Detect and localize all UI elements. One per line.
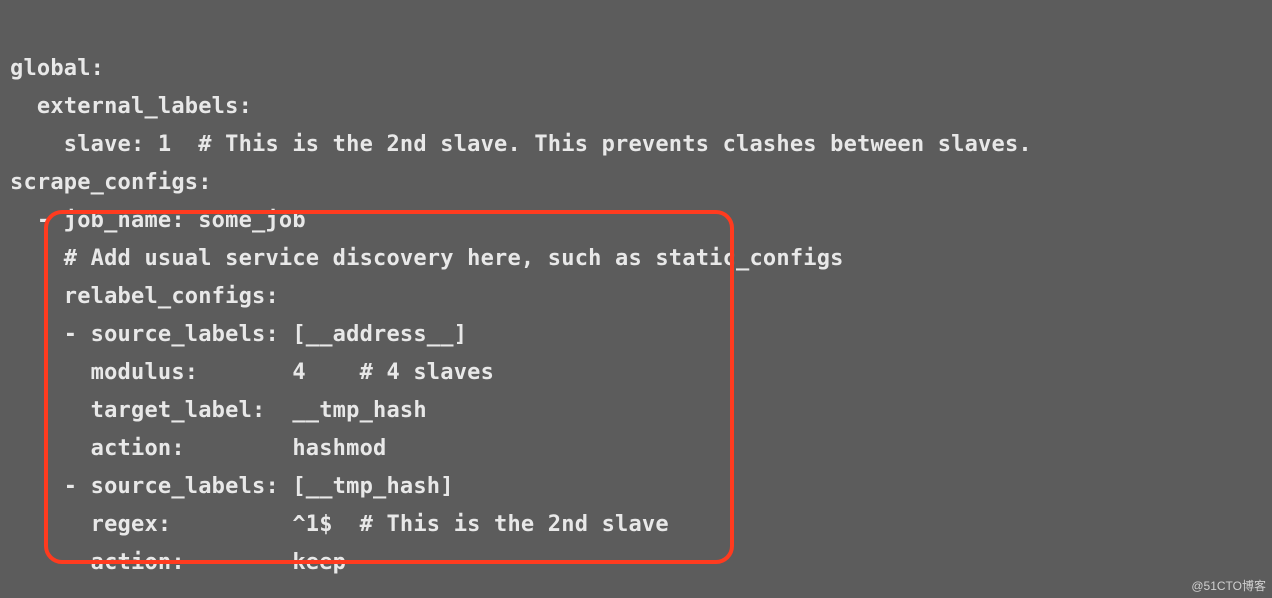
watermark: @51CTO博客	[1191, 577, 1266, 594]
code-line: - source_labels: [__address__]	[10, 322, 467, 347]
code-line: global:	[10, 56, 104, 81]
code-line: - source_labels: [__tmp_hash]	[10, 474, 454, 499]
code-line: regex: ^1$ # This is the 2nd slave	[10, 512, 669, 537]
code-line: action: hashmod	[10, 436, 386, 461]
code-line: relabel_configs:	[10, 284, 279, 309]
code-line: external_labels:	[10, 94, 252, 119]
code-block: global: external_labels: slave: 1 # This…	[0, 0, 1272, 594]
code-line: - job_name: some_job	[10, 208, 306, 233]
code-line: slave: 1 # This is the 2nd slave. This p…	[10, 132, 1032, 157]
code-line: action: keep	[10, 550, 346, 575]
code-line: modulus: 4 # 4 slaves	[10, 360, 494, 385]
code-line: scrape_configs:	[10, 170, 212, 195]
code-line: # Add usual service discovery here, such…	[10, 246, 844, 271]
code-line: target_label: __tmp_hash	[10, 398, 427, 423]
